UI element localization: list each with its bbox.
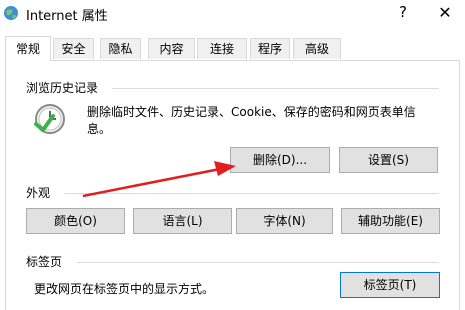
tab-security[interactable]: 安全 — [53, 38, 94, 59]
tab-general[interactable]: 常规 — [5, 36, 51, 61]
history-section-title: 浏览历史记录 — [26, 81, 99, 95]
title-bar: Internet 属性 ? ✕ — [0, 0, 465, 30]
history-description-line2: 息。 — [87, 122, 112, 136]
accessibility-button[interactable]: 辅助功能(E) — [341, 208, 440, 234]
history-description-line1: 删除临时文件、历史记录、Cookie、保存的密码和网页表单信 — [87, 105, 416, 119]
tab-advanced[interactable]: 高级 — [293, 38, 341, 59]
internet-globe-icon — [4, 6, 18, 20]
history-separator — [112, 88, 439, 89]
colors-button[interactable]: 颜色(O) — [26, 208, 125, 234]
close-button[interactable]: ✕ — [433, 3, 457, 23]
history-clock-icon — [34, 104, 65, 134]
tab-programs[interactable]: 程序 — [250, 38, 290, 59]
help-button[interactable]: ? — [393, 3, 413, 23]
tabs-section-title: 标签页 — [26, 255, 63, 269]
delete-history-button[interactable]: 删除(D)... — [230, 147, 330, 173]
appearance-section-title: 外观 — [26, 186, 51, 200]
fonts-button[interactable]: 字体(N) — [236, 208, 333, 234]
window-title: Internet 属性 — [26, 9, 108, 24]
tabs-settings-button[interactable]: 标签页(T) — [340, 272, 440, 298]
tab-privacy[interactable]: 隐私 — [100, 38, 141, 59]
tab-content[interactable]: 内容 — [148, 38, 195, 59]
tab-connections[interactable]: 连接 — [197, 38, 247, 59]
appearance-separator — [64, 193, 439, 194]
languages-button[interactable]: 语言(L) — [133, 208, 232, 234]
history-settings-button[interactable]: 设置(S) — [339, 147, 438, 173]
tabs-description: 更改网页在标签页中的显示方式。 — [34, 282, 215, 296]
tabs-separator — [77, 262, 439, 263]
